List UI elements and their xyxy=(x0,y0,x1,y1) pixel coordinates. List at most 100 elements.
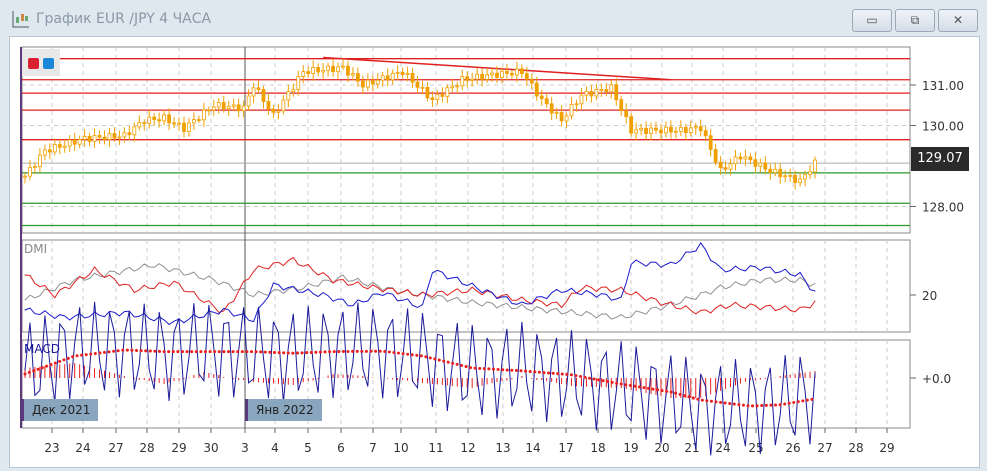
candle xyxy=(579,94,584,105)
candle xyxy=(609,84,614,93)
candle xyxy=(723,167,728,170)
chart-canvas[interactable]: 23 24 27 28 29 30 3 4 5 6 7 10 11 12 13 14 17 18 19 20 21 24 2… xyxy=(0,0,987,471)
candle xyxy=(351,73,355,76)
candle xyxy=(231,104,236,107)
candle xyxy=(326,65,330,71)
x-tick-label: 24 xyxy=(715,441,730,455)
candle xyxy=(564,115,569,122)
candle xyxy=(355,73,360,82)
candle xyxy=(510,73,514,76)
candle xyxy=(311,67,316,74)
candle xyxy=(346,65,350,76)
candle xyxy=(112,133,117,139)
x-tick-label: 26 xyxy=(785,441,800,455)
candle xyxy=(639,127,644,131)
candle xyxy=(82,136,87,140)
x-tick-label: 28 xyxy=(139,441,154,455)
candle xyxy=(440,94,445,97)
x-tick-label: 30 xyxy=(203,441,218,455)
candle xyxy=(529,78,534,84)
candle xyxy=(465,76,470,81)
red-swatch[interactable] xyxy=(28,58,39,69)
x-tick-label: 18 xyxy=(590,441,605,455)
x-tick-label: 28 xyxy=(848,441,863,455)
candle xyxy=(539,95,544,100)
candle xyxy=(644,127,648,134)
x-tick-label: 20 xyxy=(654,441,669,455)
candle xyxy=(321,69,326,73)
candle xyxy=(167,114,171,124)
candle xyxy=(296,76,301,90)
candle xyxy=(172,122,176,125)
candle xyxy=(500,70,504,78)
candle xyxy=(519,68,524,75)
month-marker-jan: Янв 2022 xyxy=(245,399,322,421)
candle xyxy=(664,126,668,134)
candle xyxy=(370,79,375,85)
candle xyxy=(301,71,306,77)
candle xyxy=(400,71,405,75)
candle xyxy=(42,149,47,156)
candle xyxy=(266,101,271,110)
candle xyxy=(683,127,688,134)
candle xyxy=(445,87,450,97)
candle xyxy=(23,175,27,178)
macd-signal-line xyxy=(23,348,817,408)
candle xyxy=(47,149,52,153)
candle xyxy=(788,174,793,177)
month-marker-dec: Дек 2021 xyxy=(21,399,99,421)
candle xyxy=(758,162,763,167)
dmi-minus-line xyxy=(24,256,816,315)
candle xyxy=(360,80,365,88)
x-tick-label: 11 xyxy=(428,441,443,455)
candle xyxy=(708,135,713,150)
candle xyxy=(604,89,609,93)
candle xyxy=(291,89,296,93)
candle xyxy=(72,139,77,145)
candle xyxy=(33,166,37,168)
blue-swatch[interactable] xyxy=(43,58,54,69)
candle xyxy=(544,98,549,105)
dmi-label: DMI xyxy=(24,242,47,256)
candle xyxy=(490,72,494,76)
candle xyxy=(753,159,758,167)
candle xyxy=(380,75,385,81)
candle xyxy=(236,104,241,112)
candle xyxy=(678,127,683,132)
candle xyxy=(808,171,812,175)
candle xyxy=(316,67,321,73)
candle xyxy=(569,104,574,117)
candle xyxy=(38,154,42,167)
macd-line xyxy=(24,301,816,456)
candle xyxy=(728,163,733,170)
candle xyxy=(470,78,475,81)
candle xyxy=(634,129,639,134)
candle xyxy=(748,156,753,161)
candle xyxy=(162,114,167,122)
candle xyxy=(331,65,335,73)
candle xyxy=(798,178,802,183)
candle xyxy=(286,91,291,101)
candle xyxy=(365,79,370,88)
x-tick-label: 6 xyxy=(337,441,345,455)
candle xyxy=(718,161,723,169)
candle xyxy=(336,66,340,73)
candle xyxy=(177,122,181,125)
candle xyxy=(102,136,107,140)
x-tick-label: 29 xyxy=(171,441,186,455)
candle xyxy=(201,109,206,121)
x-tick-label: 27 xyxy=(108,441,123,455)
candle xyxy=(485,74,489,80)
candle xyxy=(405,72,410,75)
candle xyxy=(221,102,226,110)
candle xyxy=(733,156,738,165)
candle xyxy=(495,72,499,78)
candle xyxy=(132,126,137,136)
macd-zero-label: +0.0 xyxy=(922,372,951,386)
candle xyxy=(52,144,57,153)
candle xyxy=(455,85,460,88)
candle xyxy=(306,71,311,74)
x-tick-label: 4 xyxy=(271,441,279,455)
candle xyxy=(698,126,703,132)
candle xyxy=(62,145,67,148)
